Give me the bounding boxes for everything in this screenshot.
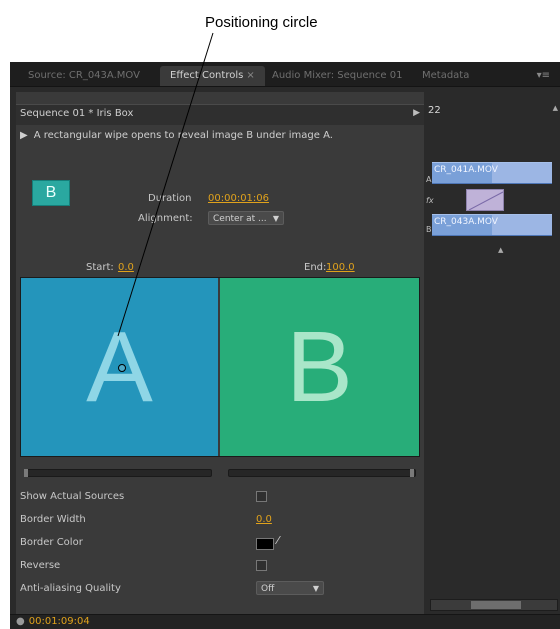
dropdown-caret-icon: ▼ <box>272 214 279 223</box>
effect-description-text: A rectangular wipe opens to reveal image… <box>33 130 333 141</box>
timeline-zoom-scrollbar[interactable] <box>430 599 558 611</box>
start-slider[interactable] <box>24 469 212 477</box>
border-width-value[interactable]: 0.0 <box>256 514 272 525</box>
track-a-label: A <box>426 175 432 184</box>
tab-effect-controls-label: Effect Controls <box>170 70 244 81</box>
tab-effect-controls[interactable]: Effect Controls × <box>160 66 265 86</box>
scroll-up-icon[interactable]: ▲ <box>553 104 558 112</box>
tab-source[interactable]: Source: CR_043A.MOV <box>18 66 150 86</box>
current-timecode[interactable]: ● 00:01:09:04 <box>16 616 90 627</box>
transition-thumbnail: B <box>32 180 70 206</box>
duration-label: Duration <box>148 193 192 204</box>
tab-metadata-label: Metadata <box>422 70 470 81</box>
clip-a-label: CR_041A.MOV <box>434 165 498 175</box>
transition-block[interactable] <box>466 189 504 211</box>
end-slider[interactable] <box>228 469 416 477</box>
mini-timeline-pane: 22 ▲ A fx B CR_041A.MOV CR_043A.MOV ▲ <box>426 92 560 629</box>
duration-value[interactable]: 00:00:01:06 <box>208 193 269 204</box>
tab-audio-mixer[interactable]: Audio Mixer: Sequence 01 <box>262 66 412 86</box>
play-triangle-icon[interactable]: ▶ <box>413 108 420 118</box>
anti-aliasing-label: Anti-aliasing Quality <box>20 583 121 594</box>
clip-a[interactable]: CR_041A.MOV <box>432 162 552 184</box>
alignment-label: Alignment: <box>138 213 193 224</box>
tab-audio-mixer-label: Audio Mixer: Sequence 01 <box>272 70 403 81</box>
track-fx-label: fx <box>426 196 434 205</box>
border-color-swatch[interactable] <box>256 538 274 550</box>
start-value[interactable]: 0.0 <box>118 262 134 273</box>
sequence-title: Sequence 01 * Iris Box <box>20 108 134 119</box>
effect-settings-pane: Sequence 01 * Iris Box ▶ ▶ A rectangular … <box>16 92 424 629</box>
border-width-label: Border Width <box>20 514 86 525</box>
play-triangle-icon[interactable]: ▶ <box>20 130 28 141</box>
timecode-dot-icon: ● <box>16 616 25 627</box>
show-actual-sources-checkbox[interactable] <box>256 491 267 502</box>
panel-tab-bar: Source: CR_043A.MOV Effect Controls × Aud… <box>10 62 560 87</box>
tab-close-icon[interactable]: × <box>246 70 254 81</box>
anti-aliasing-select[interactable]: Off ▼ <box>256 581 324 595</box>
end-value[interactable]: 100.0 <box>326 262 355 273</box>
border-color-label: Border Color <box>20 537 83 548</box>
reverse-label: Reverse <box>20 560 61 571</box>
timeline-scrollbar-thumb[interactable] <box>471 601 521 609</box>
alignment-select[interactable]: Center at ... ▼ <box>208 211 284 225</box>
preview-image-b: B <box>220 278 419 456</box>
eyedropper-icon[interactable]: ⁄ <box>277 534 279 547</box>
reverse-checkbox[interactable] <box>256 560 267 571</box>
clip-a-overlap <box>492 163 552 183</box>
track-b-label: B <box>426 225 432 234</box>
start-label: Start: <box>86 262 114 273</box>
anti-aliasing-value: Off <box>261 584 275 594</box>
dropdown-caret-icon: ▼ <box>312 584 319 593</box>
tab-source-label: Source: CR_043A.MOV <box>28 70 140 81</box>
status-bar: ● 00:01:09:04 <box>10 614 560 629</box>
transition-preview: A B <box>20 277 420 457</box>
alignment-value: Center at ... <box>213 214 267 224</box>
transition-diagonal-icon <box>468 191 503 210</box>
positioning-circle-callout-label: Positioning circle <box>205 14 318 31</box>
sequence-header: Sequence 01 * Iris Box ▶ <box>16 104 424 125</box>
effect-controls-window: Source: CR_043A.MOV Effect Controls × Aud… <box>10 62 560 629</box>
clip-b-overlap <box>492 215 552 235</box>
timeline-ruler-number: 22 <box>428 105 441 116</box>
end-slider-handle[interactable] <box>410 469 414 477</box>
show-actual-sources-label: Show Actual Sources <box>20 491 125 502</box>
end-label: End: <box>304 262 327 273</box>
tab-metadata[interactable]: Metadata <box>412 66 479 86</box>
panel-menu-icon[interactable]: ▾≡ <box>537 70 550 81</box>
positioning-circle[interactable] <box>118 364 126 372</box>
clip-b[interactable]: CR_043A.MOV <box>432 214 552 236</box>
clip-b-label: CR_043A.MOV <box>434 217 498 227</box>
effect-description: ▶ A rectangular wipe opens to reveal imag… <box>20 130 333 141</box>
current-timecode-value: 00:01:09:04 <box>28 616 90 627</box>
start-slider-handle[interactable] <box>24 469 28 477</box>
playhead-marker-icon[interactable]: ▲ <box>498 246 503 254</box>
